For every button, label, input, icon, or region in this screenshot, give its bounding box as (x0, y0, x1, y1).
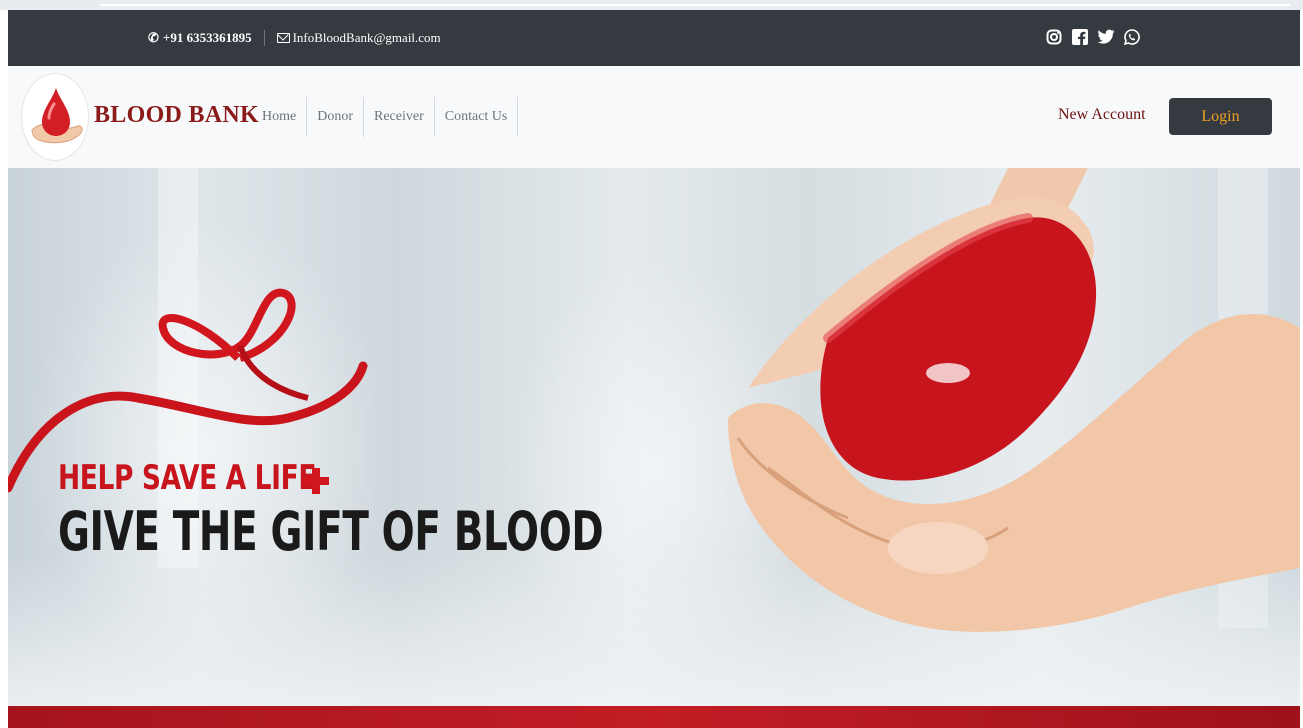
top-contact-bar: ✆ +91 6353361895 InfoBloodBank@gmail.com (8, 10, 1300, 66)
phone-number: +91 6353361895 (162, 30, 252, 45)
new-account-link[interactable]: New Account (1058, 106, 1146, 124)
brand-name[interactable]: BLOOD BANK (94, 102, 259, 129)
contact-separator (263, 30, 265, 46)
email-address[interactable]: InfoBloodBank@gmail.com (293, 30, 441, 46)
hands-holding-heart-graphic (728, 168, 1300, 632)
whatsapp-icon[interactable] (1123, 28, 1141, 46)
facebook-icon[interactable] (1071, 28, 1089, 46)
contact-info: ✆ +91 6353361895 InfoBloodBank@gmail.com (148, 10, 441, 66)
login-button[interactable]: Login (1169, 98, 1272, 135)
instagram-icon[interactable] (1045, 28, 1063, 46)
nav-home[interactable]: Home (252, 97, 308, 137)
nav-links: Home Donor Receiver Contact Us (252, 97, 519, 137)
main-navbar: BLOOD BANK Home Donor Receiver Contact U… (8, 66, 1300, 168)
envelope-icon (276, 33, 290, 43)
ribbon-heart-graphic (8, 288, 368, 493)
hero-banner: HELP SAVE A LIFE GIVE THE GIFT OF BLOOD (8, 168, 1300, 706)
nav-donor[interactable]: Donor (307, 97, 364, 137)
social-links (1045, 28, 1141, 46)
blood-drop-logo[interactable] (22, 74, 88, 160)
medical-cross-icon (303, 468, 329, 494)
red-footer-band (8, 706, 1300, 728)
nav-receiver[interactable]: Receiver (364, 97, 435, 137)
browser-frame-top (0, 0, 1303, 10)
twitter-icon[interactable] (1097, 28, 1115, 46)
phone-icon: ✆ (148, 30, 159, 45)
nav-contact-us[interactable]: Contact Us (435, 97, 519, 137)
hero-subheadline: GIVE THE GIFT OF BLOOD (58, 500, 604, 563)
hero-headline: HELP SAVE A LIFE (58, 458, 317, 498)
